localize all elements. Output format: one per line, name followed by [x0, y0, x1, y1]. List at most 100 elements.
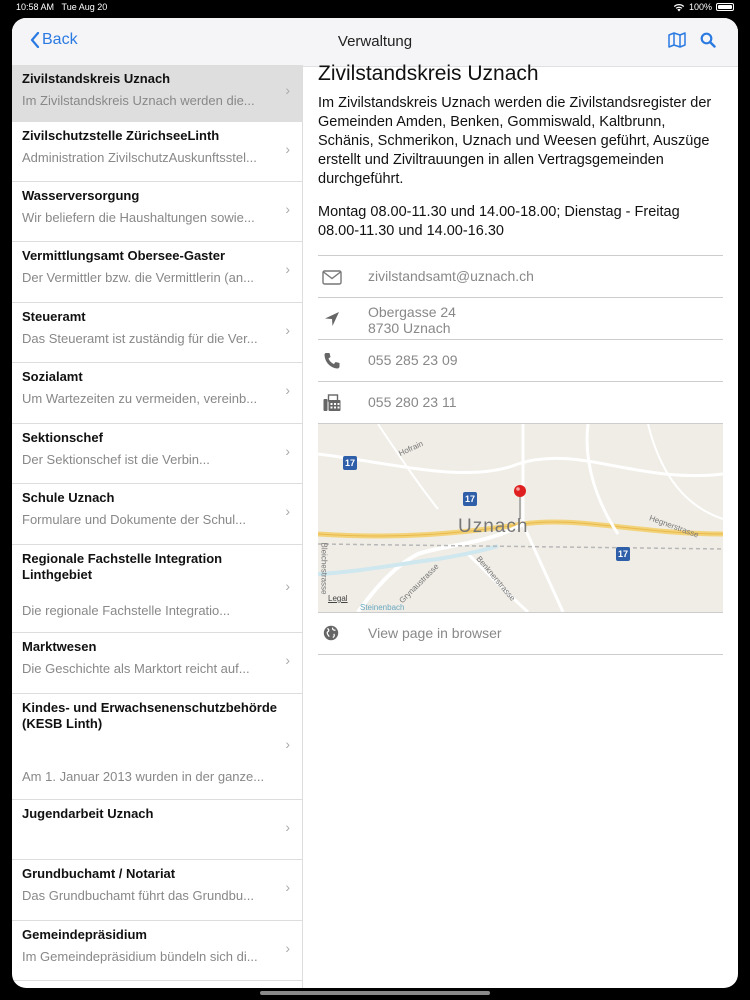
nav-actions — [668, 32, 716, 53]
list-item-fachstelle-integration[interactable]: Regionale Fachstelle Integration Linthge… — [12, 545, 302, 633]
address-row[interactable]: Obergasse 24 8730 Uznach — [318, 297, 723, 339]
globe-icon — [323, 625, 339, 641]
list-item-jugendarbeit[interactable]: Jugendarbeit Uznach › — [12, 800, 302, 860]
app-screen: Back Verwaltung Zivilstandskreis Uznach … — [12, 18, 738, 988]
list-item-title: Schule Uznach — [22, 490, 115, 505]
map-route-label: 17 — [618, 549, 629, 559]
list-item-marktwesen[interactable]: Marktwesen Die Geschichte als Marktort r… — [12, 633, 302, 694]
list-item-title: Sektionschef — [22, 430, 103, 445]
status-bar: 10:58 AM Tue Aug 20 100% — [0, 0, 750, 14]
location-map[interactable]: 17 17 17 Uznach Hofrain Hegnerstrasse Bl… — [318, 423, 723, 612]
list-item-title: Kindes- und Erwachsenenschutzbehörde (KE… — [22, 700, 277, 731]
list-item-subtitle: Wir beliefern die Haushaltungen sowie... — [22, 210, 255, 225]
search-button[interactable] — [700, 32, 716, 53]
list-item-title: Steueramt — [22, 309, 86, 324]
map-icon — [668, 32, 686, 48]
search-icon — [700, 32, 716, 48]
list-item-kesb[interactable]: Kindes- und Erwachsenenschutzbehörde (KE… — [12, 694, 302, 800]
list-item-title: Regionale Fachstelle Integration Linthge… — [22, 551, 223, 582]
map-street-label: Bleichestrasse — [319, 542, 329, 595]
chevron-right-icon: › — [285, 443, 290, 459]
list-item-subtitle: Im Zivilstandskreis Uznach werden die... — [22, 93, 255, 108]
list-item-zivilschutzstelle[interactable]: Zivilschutzstelle ZürichseeLinth Adminis… — [12, 122, 302, 182]
chevron-right-icon: › — [285, 82, 290, 98]
status-time-date: 10:58 AM Tue Aug 20 — [16, 2, 107, 12]
view-in-browser-link: View page in browser — [368, 625, 502, 641]
address-text: Obergasse 24 8730 Uznach — [368, 304, 456, 336]
navigation-bar: Back Verwaltung — [12, 18, 738, 67]
list-item-subtitle: Die regionale Fachstelle Integratio... — [22, 603, 231, 618]
list-item-title: Marktwesen — [22, 639, 97, 654]
list-item-title: Zivilschutzstelle ZürichseeLinth — [22, 128, 220, 143]
map-street-label: Steinenbach — [360, 603, 405, 612]
list-item-vermittlungsamt[interactable]: Vermittlungsamt Obersee-Gaster Der Vermi… — [12, 242, 302, 303]
list-item-subtitle: Am 1. Januar 2013 wurden in der ganze... — [22, 769, 265, 784]
home-indicator[interactable] — [260, 991, 490, 995]
chevron-right-icon: › — [285, 141, 290, 157]
phone-icon — [324, 353, 340, 369]
battery-icon — [716, 3, 734, 11]
map-route-label: 17 — [465, 494, 476, 504]
fax-text: 055 280 23 11 — [368, 394, 457, 410]
list-item-title: Grundbuchamt / Notariat — [22, 866, 176, 881]
chevron-right-icon: › — [285, 201, 290, 217]
battery-percent: 100% — [688, 2, 712, 12]
list-item-steueramt[interactable]: Steueramt Das Steueramt ist zuständig fü… — [12, 303, 302, 363]
wifi-icon — [673, 3, 685, 12]
detail-title: Zivilstandskreis Uznach — [318, 62, 539, 85]
list-item-subtitle: Die Geschichte als Marktort reicht auf..… — [22, 661, 250, 676]
view-in-browser-row[interactable]: View page in browser — [318, 612, 723, 655]
page-title: Verwaltung — [337, 33, 413, 50]
list-item-title: Wasserversorgung — [22, 188, 140, 203]
detail-description: Im Zivilstandskreis Uznach werden die Zi… — [318, 95, 712, 187]
list-item-wasserversorgung[interactable]: Wasserversorgung Wir beliefern die Haush… — [12, 182, 302, 242]
map-route-label: 17 — [345, 458, 356, 468]
status-date: Tue Aug 20 — [61, 2, 108, 12]
chevron-right-icon: › — [285, 736, 290, 752]
fax-icon — [323, 394, 341, 411]
chevron-right-icon: › — [285, 578, 290, 594]
list-item-subtitle: Das Grundbuchamt führt das Grundbu... — [22, 888, 254, 903]
chevron-right-icon: › — [285, 382, 290, 398]
chevron-right-icon: › — [285, 940, 290, 956]
chevron-right-icon: › — [285, 879, 290, 895]
list-item-grundbuchamt[interactable]: Grundbuchamt / Notariat Das Grundbuchamt… — [12, 860, 302, 921]
status-time: 10:58 AM — [16, 2, 55, 12]
phone-text: 055 285 23 09 — [368, 352, 458, 368]
list-item-zivilstandskreis[interactable]: Zivilstandskreis Uznach Im Zivilstandskr… — [12, 65, 302, 122]
chevron-right-icon: › — [285, 819, 290, 835]
status-right: 100% — [673, 2, 734, 12]
map-city-label: Uznach — [458, 516, 529, 537]
list-item-subtitle: Der Sektionschef ist die Verbin... — [22, 452, 210, 467]
address-street: Obergasse 24 — [368, 304, 456, 320]
list-item-title: Jugendarbeit Uznach — [22, 806, 154, 821]
list-item-title: Zivilstandskreis Uznach — [22, 71, 171, 86]
list-item-sektionschef[interactable]: Sektionschef Der Sektionschef ist die Ve… — [12, 424, 302, 484]
email-text: zivilstandsamt@uznach.ch — [368, 268, 534, 284]
list-item-schule[interactable]: Schule Uznach Formulare und Dokumente de… — [12, 484, 302, 545]
list-item-subtitle: Administration ZivilschutzAuskunftsstel.… — [22, 150, 257, 165]
map-button[interactable] — [668, 32, 686, 53]
fax-row[interactable]: 055 280 23 11 — [318, 381, 723, 423]
chevron-right-icon: › — [285, 261, 290, 277]
detail-pane: Zivilstandskreis Uznach Im Zivilstandskr… — [318, 62, 723, 655]
email-row[interactable]: zivilstandsamt@uznach.ch — [318, 255, 723, 297]
map-legal-link[interactable]: Legal — [328, 594, 348, 603]
chevron-right-icon: › — [285, 322, 290, 338]
sidebar-list: Zivilstandskreis Uznach Im Zivilstandskr… — [12, 65, 303, 988]
chevron-right-icon: › — [285, 503, 290, 519]
phone-row[interactable]: 055 285 23 09 — [318, 339, 723, 381]
list-item-title: Sozialamt — [22, 369, 83, 384]
envelope-icon — [322, 270, 342, 285]
list-item-sozialamt[interactable]: Sozialamt Um Wartezeiten zu vermeiden, v… — [12, 363, 302, 424]
list-item-title: Gemeindepräsidium — [22, 927, 147, 942]
list-item-gemeindepraesidium[interactable]: Gemeindepräsidium Im Gemeindepräsidium b… — [12, 921, 302, 981]
list-item-title: Vermittlungsamt Obersee-Gaster — [22, 248, 226, 263]
opening-hours: Montag 08.00-11.30 und 14.00-18.00; Dien… — [318, 204, 680, 239]
chevron-right-icon: › — [285, 652, 290, 668]
list-item-subtitle: Das Steueramt ist zuständig für die Ver.… — [22, 331, 258, 346]
map-pin-icon — [514, 485, 526, 497]
location-arrow-icon — [325, 312, 339, 326]
list-item-subtitle: Um Wartezeiten zu vermeiden, vereinb... — [22, 391, 258, 406]
list-item-subtitle: Formulare und Dokumente der Schul... — [22, 512, 246, 527]
